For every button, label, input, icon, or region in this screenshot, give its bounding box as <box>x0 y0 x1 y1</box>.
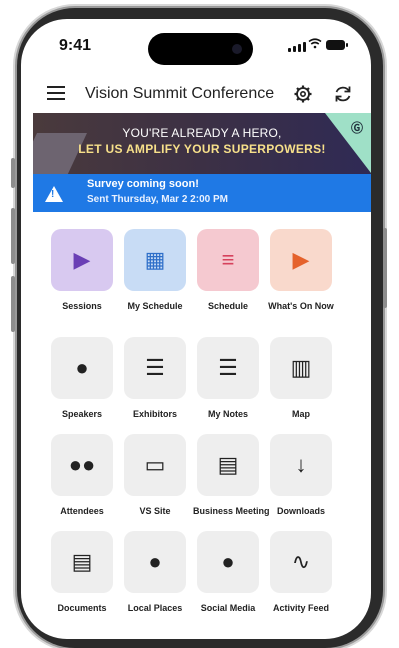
refresh-icon[interactable] <box>333 84 353 104</box>
tile-icon-box: ▶ <box>270 229 332 291</box>
tile-label: Social Media <box>200 603 256 613</box>
tile-label: What's On Now <box>268 301 334 311</box>
tile-icon-box: ∿ <box>270 531 332 593</box>
tile-my-notes[interactable]: ☰ My Notes <box>193 337 263 419</box>
chat-bubble-icon: ● <box>221 549 235 574</box>
tile-label: Documents <box>57 603 107 613</box>
volume-down-button <box>11 276 15 332</box>
tile-documents[interactable]: ▤ Documents <box>47 531 117 613</box>
tile-icon-box: ▭ <box>124 434 186 496</box>
status-bar: 9:41 <box>21 19 371 71</box>
tile-map[interactable]: ▥ Map <box>266 337 336 419</box>
files-icon: ▤ <box>217 452 239 477</box>
tile-icon-box: ● <box>51 337 113 399</box>
tile-icon-box: ☰ <box>197 337 259 399</box>
tile-vs-site[interactable]: ▭ VS Site <box>120 434 190 516</box>
wifi-icon <box>308 38 322 52</box>
tile-my-schedule[interactable]: ▦ My Schedule <box>120 229 190 311</box>
notes-icon: ☰ <box>218 355 238 380</box>
activity-icon: ∿ <box>291 549 311 574</box>
tile-downloads[interactable]: ↓ Downloads <box>266 434 336 516</box>
battery-icon <box>326 40 348 50</box>
tile-activity-feed[interactable]: ∿ Activity Feed <box>266 531 336 613</box>
tile-exhibitors[interactable]: ☰ Exhibitors <box>120 337 190 419</box>
side-button <box>11 158 15 188</box>
tile-icon-box: ☰ <box>124 337 186 399</box>
tile-label: Local Places <box>127 603 183 613</box>
tile-icon-box: ●● <box>51 434 113 496</box>
download-icon: ↓ <box>295 452 307 477</box>
speaker-person-icon: ● <box>75 355 89 380</box>
tile-label: My Notes <box>207 409 248 419</box>
people-icon: ●● <box>68 452 96 477</box>
dynamic-island <box>148 33 253 65</box>
tile-label: Business Meeting <box>193 506 270 516</box>
map-icon: ▥ <box>290 355 312 380</box>
gear-icon[interactable] <box>293 84 313 104</box>
tile-label: Downloads <box>276 506 325 516</box>
survey-alert[interactable]: Survey coming soon! Sent Thursday, Mar 2… <box>33 174 371 212</box>
tile-icon-box: ● <box>197 531 259 593</box>
file-icon: ▤ <box>71 549 93 574</box>
tile-attendees[interactable]: ●● Attendees <box>47 434 117 516</box>
warning-icon <box>45 186 63 202</box>
status-time: 9:41 <box>59 37 92 54</box>
pin-icon: ● <box>148 549 162 574</box>
app-title: Vision Summit Conference <box>85 85 275 102</box>
camera-icon <box>232 44 242 54</box>
tile-icon-box: ↓ <box>270 434 332 496</box>
tile-icon-box: ≡ <box>197 229 259 291</box>
volume-up-button <box>11 208 15 264</box>
play-icon: ▶ <box>292 247 310 272</box>
tile-schedule[interactable]: ≡ Schedule <box>193 229 263 311</box>
tile-business-meeting[interactable]: ▤ Business Meeting <box>193 434 270 516</box>
tile-sessions[interactable]: ▶ Sessions <box>47 229 117 311</box>
tile-label: Attendees <box>60 506 104 516</box>
monitor-icon: ▭ <box>144 452 166 477</box>
hero-banner[interactable]: Ⓖ YOU'RE ALREADY A HERO, LET US AMPLIFY … <box>33 113 371 179</box>
power-button <box>383 228 387 308</box>
tile-local-places[interactable]: ● Local Places <box>120 531 190 613</box>
tile-social-media[interactable]: ● Social Media <box>193 531 263 613</box>
tile-label: Exhibitors <box>132 409 177 419</box>
tile-label: My Schedule <box>127 301 183 311</box>
presentation-icon: ▶ <box>73 247 91 272</box>
calendar-icon: ▦ <box>144 247 166 272</box>
tile-icon-box: ▶ <box>51 229 113 291</box>
signal-icon <box>288 40 308 52</box>
tile-icon-box: ▦ <box>124 229 186 291</box>
alert-subtitle: Sent Thursday, Mar 2 2:00 PM <box>87 194 228 205</box>
tile-label: Speakers <box>61 409 103 419</box>
tile-icon-box: ● <box>124 531 186 593</box>
tile-icon-box: ▤ <box>51 531 113 593</box>
app-bar: Vision Summit Conference <box>21 77 371 111</box>
tile-label: Map <box>292 409 310 419</box>
tile-speakers[interactable]: ● Speakers <box>47 337 117 419</box>
app-screen: 9:41 Vision Summit Conference Ⓖ YOU'RE A… <box>21 19 371 639</box>
banner-line-2: LET US AMPLIFY YOUR SUPERPOWERS! <box>78 142 326 156</box>
tile-label: Activity Feed <box>272 603 330 613</box>
alert-title: Survey coming soon! <box>87 178 199 190</box>
tile-icon-box: ▤ <box>197 434 259 496</box>
hamburger-menu-icon[interactable] <box>47 86 65 100</box>
tile-what-s-on-now[interactable]: ▶ What's On Now <box>266 229 336 311</box>
tile-icon-box: ▥ <box>270 337 332 399</box>
tile-label: VS Site <box>139 506 171 516</box>
document-icon: ≡ <box>221 247 235 272</box>
tile-label: Sessions <box>62 301 102 311</box>
exhibitor-icon: ☰ <box>145 355 165 380</box>
tile-label: Schedule <box>207 301 248 311</box>
banner-line-1: YOU'RE ALREADY A HERO, <box>122 126 282 140</box>
